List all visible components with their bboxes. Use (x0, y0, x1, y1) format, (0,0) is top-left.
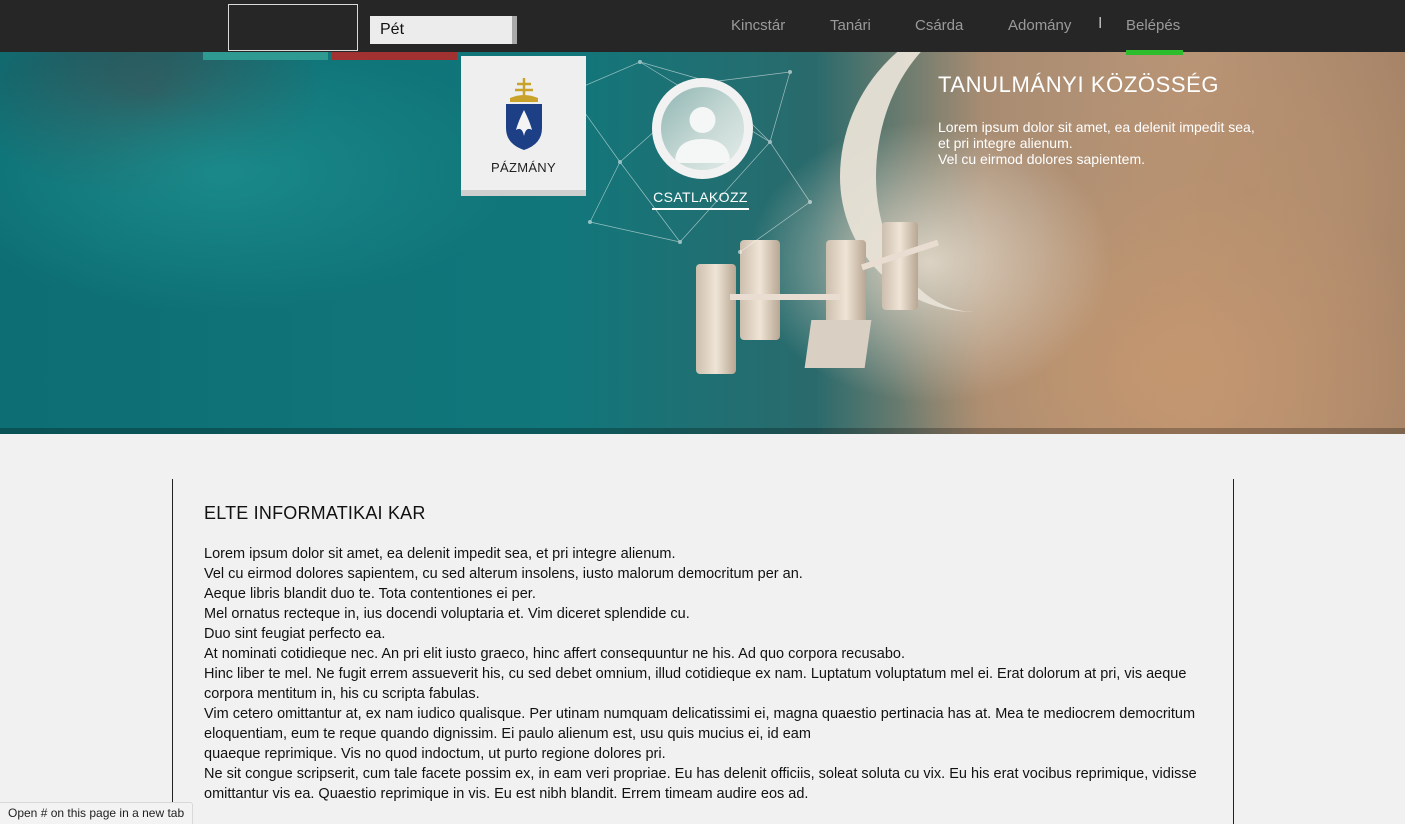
paragraph-line: quaeque reprimique. Vis no quod indoctum… (204, 746, 666, 762)
hero-text-line: et pri integre alienum. (938, 135, 1073, 151)
active-nav-indicator (1126, 50, 1183, 55)
accent-strip-teal (203, 52, 328, 60)
hero-bottom-shade (0, 428, 1405, 434)
paragraph-line: Duo sint feugiat perfecto ea. (204, 626, 386, 642)
paragraph-line: Ne sit congue scripserit, cum tale facet… (204, 766, 1197, 802)
top-navigation-bar: Kincstár Tanári Csárda Adomány I Belépés (0, 0, 1405, 52)
hero-title: TANULMÁNYI KÖZÖSSÉG (938, 72, 1220, 97)
join-link[interactable]: CSATLAKOZZ (652, 189, 749, 210)
section-title: ELTE INFORMATIKAI KAR (204, 503, 426, 523)
accent-strip-red (332, 52, 457, 60)
hero-text-line: Lorem ipsum dolor sit amet, ea delenit i… (938, 119, 1255, 135)
search-input[interactable] (370, 16, 517, 44)
user-silhouette-icon (675, 107, 730, 163)
paragraph-line: Lorem ipsum dolor sit amet, ea delenit i… (204, 546, 676, 562)
partner-card-pazmany[interactable]: PÁZMÁNY (461, 56, 586, 196)
power-station (804, 320, 872, 368)
nav-separator: I (1098, 15, 1103, 32)
nav-item-tanari[interactable]: Tanári (830, 17, 871, 34)
paragraph-line: Vim cetero omittantur at, ex nam iudico … (204, 706, 1196, 742)
paragraph-line: Vel cu eirmod dolores sapientem, cu sed … (204, 566, 803, 582)
paragraph-line: At nominati cotidieque nec. An pri elit … (204, 646, 905, 662)
bridge (730, 294, 840, 300)
main-content: ELTE INFORMATIKAI KAR Lorem ipsum dolor … (172, 479, 1234, 824)
nav-item-csarda[interactable]: Csárda (915, 17, 963, 34)
nav-item-kincstar[interactable]: Kincstár (731, 17, 785, 34)
hero-text-line: Vel cu eirmod dolores sapientem. (938, 151, 1145, 167)
avatar[interactable] (652, 78, 753, 179)
hero-description: Lorem ipsum dolor sit amet, ea delenit i… (938, 119, 1318, 167)
paragraph-line: Hinc liber te mel. Ne fugit errem assuev… (204, 666, 1187, 702)
logo-placeholder[interactable] (228, 4, 358, 51)
partner-name: PÁZMÁNY (491, 160, 556, 175)
section-body: Lorem ipsum dolor sit amet, ea delenit i… (204, 544, 1214, 804)
nav-item-adomany[interactable]: Adomány (1008, 17, 1071, 34)
paragraph-line: Aeque libris blandit duo te. Tota conten… (204, 586, 536, 602)
avatar-image (661, 87, 744, 170)
link-status-tooltip: Open # on this page in a new tab (0, 802, 194, 824)
intake-tower (696, 264, 736, 374)
university-crest-icon (506, 78, 542, 150)
intake-tower (882, 222, 918, 310)
login-link[interactable]: Belépés (1126, 17, 1180, 34)
paragraph-line: Mel ornatus recteque in, ius docendi vol… (204, 606, 690, 622)
